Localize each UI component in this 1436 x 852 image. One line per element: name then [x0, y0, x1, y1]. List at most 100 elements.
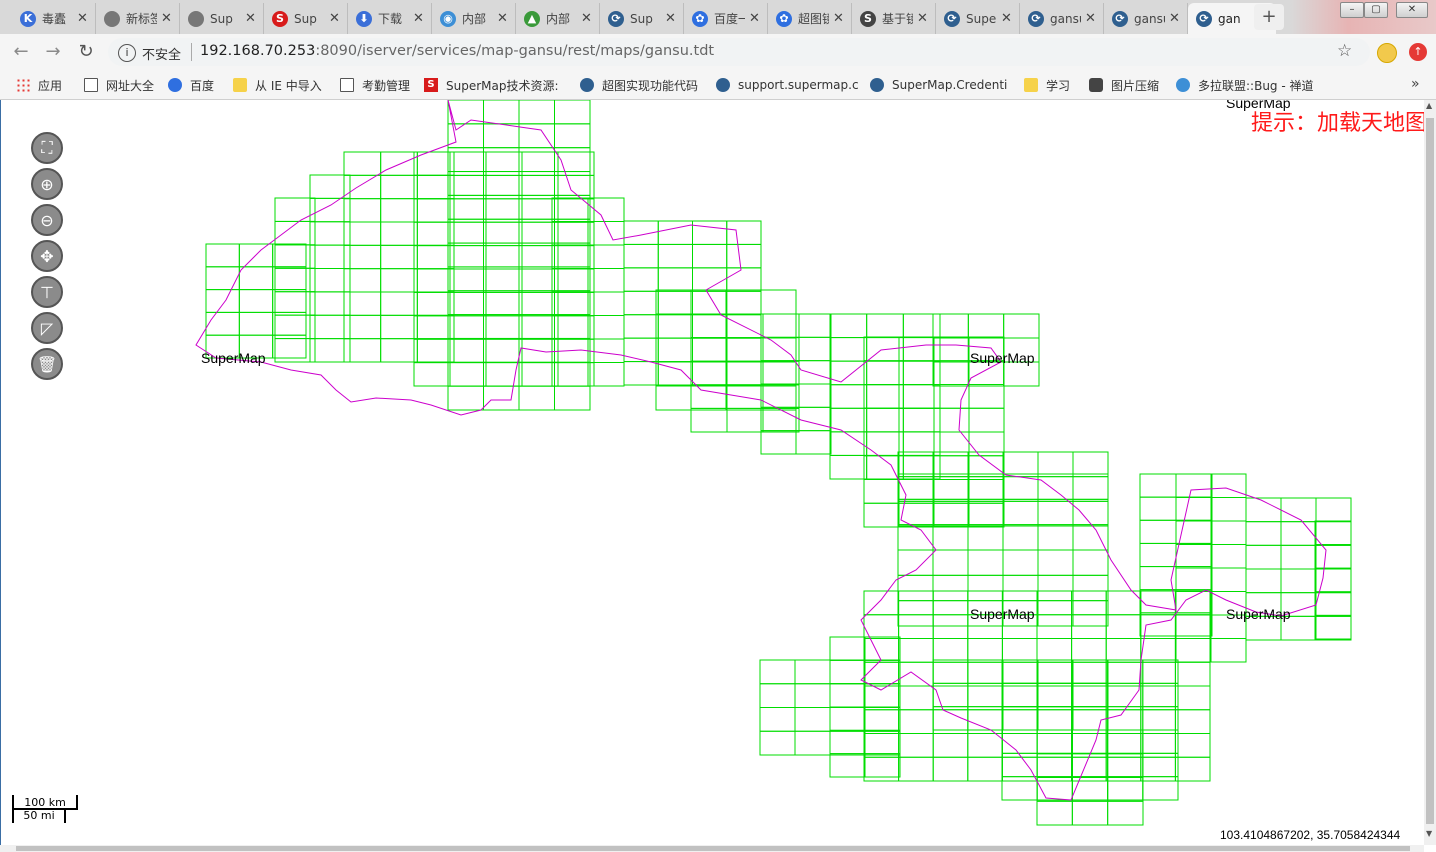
map-tile-cell	[863, 431, 900, 457]
bookmark-star-icon[interactable]: ☆	[1337, 41, 1352, 61]
back-button[interactable]: ←	[9, 40, 33, 64]
map-tile-cell	[554, 123, 591, 149]
map-viewport[interactable]: SuperMap 提示：加载天地图 SuperMap SuperMap Supe…	[0, 100, 1425, 845]
close-window-button[interactable]: ✕	[1396, 2, 1428, 18]
scroll-up-arrow-icon[interactable]: ▲	[1426, 101, 1432, 110]
pan-button[interactable]: ✥	[31, 240, 63, 272]
map-tile-cell	[657, 290, 693, 316]
reload-button[interactable]: ↻	[74, 40, 98, 64]
bookmark-item[interactable]: 网址大全	[84, 76, 154, 94]
map-tile-cell	[449, 362, 487, 387]
map-tile-cell	[272, 289, 307, 313]
vertical-scrollbar-thumb[interactable]	[1426, 118, 1434, 824]
zoom-out-button[interactable]: ⊖	[31, 204, 63, 236]
tab-favicon-icon	[104, 10, 120, 27]
horizontal-scrollbar-thumb[interactable]	[16, 846, 1410, 851]
map-tile-cell	[864, 707, 901, 732]
map-tile-cell	[967, 682, 1004, 708]
tab-13[interactable]: ⟳ gansu彩 ✕	[1104, 3, 1188, 34]
bookmark-item[interactable]: 应用	[16, 76, 62, 94]
map-tile-cell	[932, 313, 969, 339]
map-tile-cell	[551, 291, 589, 316]
tab-0[interactable]: K 毒蠹 ✕	[12, 3, 96, 34]
tab-favicon-icon: K	[20, 10, 36, 27]
tab-close-icon[interactable]: ✕	[749, 11, 761, 26]
tab-close-icon[interactable]: ✕	[497, 11, 509, 26]
measure-distance-button[interactable]: ⊤	[31, 276, 63, 308]
tab-2[interactable]: Sup ✕	[180, 3, 264, 34]
bookmarks-more-button[interactable]: »	[1411, 76, 1420, 92]
forward-button[interactable]: →	[41, 40, 65, 64]
measure-area-button[interactable]: ◸	[31, 312, 63, 344]
zoom-in-button[interactable]: ⊕	[31, 168, 63, 200]
map-tile-cell	[760, 430, 797, 455]
extension-weather-icon[interactable]	[1377, 43, 1397, 63]
tab-close-icon[interactable]: ✕	[329, 11, 341, 26]
tab-3[interactable]: S Sup ✕	[264, 3, 348, 34]
extension-update-icon[interactable]: ↑	[1409, 43, 1427, 61]
minimize-button[interactable]: –	[1340, 2, 1364, 18]
tab-close-icon[interactable]: ✕	[581, 11, 593, 26]
tab-close-icon[interactable]: ✕	[1085, 11, 1097, 26]
map-tile-cell	[760, 361, 797, 387]
bookmark-item[interactable]: S SuperMap技术资源:	[424, 76, 559, 94]
map-tile-cell	[483, 100, 520, 125]
map-tile-cell	[1175, 638, 1212, 663]
map-tile-cell	[557, 245, 595, 270]
map-tile-cell	[726, 337, 762, 363]
bookmark-item[interactable]: 多拉联盟::Bug - 禅道	[1176, 76, 1314, 94]
tab-close-icon[interactable]: ✕	[1001, 11, 1013, 26]
tab-4[interactable]: ⬇ 下载 ✕	[348, 3, 432, 34]
tab-12[interactable]: ⟳ gansu彩 ✕	[1020, 3, 1104, 34]
map-tile-cell	[551, 221, 589, 246]
tab-7[interactable]: ⟳ Sup ✕	[600, 3, 684, 34]
map-tile-cell	[1174, 638, 1211, 663]
bookmark-item[interactable]: 从 IE 中导入	[233, 76, 322, 94]
map-tile-cell	[623, 243, 659, 269]
tab-close-icon[interactable]: ✕	[1169, 11, 1181, 26]
clear-button[interactable]: 🗑	[31, 348, 63, 380]
scroll-down-arrow-icon[interactable]: ▼	[1426, 829, 1432, 838]
tab-close-icon[interactable]: ✕	[917, 11, 929, 26]
paw-icon	[168, 78, 182, 92]
map-tile-cell	[932, 500, 969, 527]
tab-1[interactable]: 新标签页 ✕	[96, 3, 180, 34]
maximize-button[interactable]: ▢	[1364, 2, 1388, 18]
map-tile-cell	[1245, 521, 1282, 546]
tab-5[interactable]: ◉ 内部 ✕	[432, 3, 516, 34]
map-tile-cell	[726, 360, 764, 386]
map-tile-cell	[864, 683, 901, 708]
bookmark-item[interactable]: 图片压缩	[1089, 76, 1159, 94]
bookmark-item[interactable]: 超图实现功能代码	[580, 76, 698, 94]
map-tile-cell	[521, 268, 559, 293]
tab-10[interactable]: S 基于镜像 ✕	[852, 3, 936, 34]
tab-9[interactable]: ✿ 超图镜像 ✕	[768, 3, 852, 34]
tab-close-icon[interactable]: ✕	[77, 11, 89, 26]
tab-close-icon[interactable]: ✕	[833, 11, 845, 26]
map-tile-cell	[863, 360, 900, 385]
tab-close-icon[interactable]: ✕	[245, 11, 257, 26]
map-tile-cell	[1071, 614, 1107, 639]
zoom-to-extent-button[interactable]: ⛶	[31, 132, 63, 164]
url-text[interactable]: 192.168.70.253:8090/iserver/services/map…	[200, 43, 714, 59]
tab-11[interactable]: ⟳ SuperM ✕	[936, 3, 1020, 34]
tab-close-icon[interactable]: ✕	[665, 11, 677, 26]
bookmark-item[interactable]: 百度	[168, 76, 214, 94]
scale-bar: 100 km 50 mi	[12, 795, 78, 829]
tab-6[interactable]: ▲ 内部 ✕	[516, 3, 600, 34]
bookmark-item[interactable]: 考勤管理	[340, 76, 410, 94]
tab-close-icon[interactable]: ✕	[161, 11, 173, 26]
security-label[interactable]: 不安全	[142, 44, 181, 63]
tab-label: 超图镜像	[798, 12, 829, 26]
new-tab-button[interactable]: +	[1254, 4, 1284, 30]
tab-favicon-icon: S	[272, 10, 288, 27]
bookmark-item[interactable]: support.supermap.c	[716, 76, 859, 94]
tab-close-icon[interactable]: ✕	[413, 11, 425, 26]
info-icon[interactable]: i	[118, 44, 136, 62]
map-tile-cell	[1002, 473, 1039, 500]
tab-favicon-icon: ⟳	[1112, 10, 1128, 27]
bookmark-item[interactable]: 学习	[1024, 76, 1070, 94]
bookmark-item[interactable]: SuperMap.Credenti	[870, 76, 1007, 94]
tab-8[interactable]: ✿ 百度一下 ✕	[684, 3, 768, 34]
tab-favicon-icon: ▲	[524, 10, 540, 27]
